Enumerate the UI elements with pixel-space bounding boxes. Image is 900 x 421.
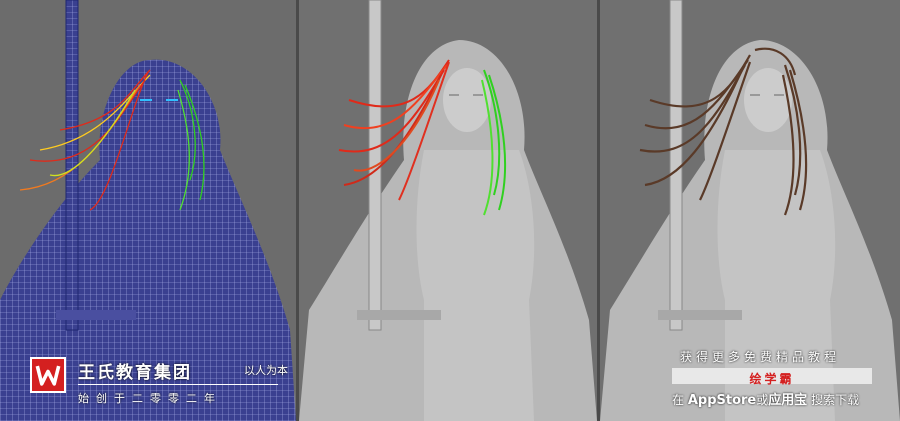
hair-guides-figure [299,0,597,421]
promo-market: 应用宝 [768,393,808,408]
brand-title: 王氏教育集团 [78,363,192,383]
promo-download-text: 在 AppStore或应用宝 搜索下载 [672,389,859,408]
promo-mid: 或 [756,393,769,407]
promo-app-bar: 绘学霸 [672,368,872,386]
promo-suffix: 搜索下载 [811,393,860,407]
promo-app-name: 绘学霸 [749,372,795,386]
hair-guides-viewport[interactable] [299,0,597,421]
brand-subtitle: 始创于二零零二年 [78,392,222,405]
app-promo: 获得更多免费精品教程 绘学霸 在 AppStore或应用宝 搜索下载 [660,348,890,418]
promo-store: AppStore [687,393,757,408]
brand-logo-icon [30,357,66,393]
promo-headline: 获得更多免费精品教程 [680,350,841,364]
promo-prefix: 在 [672,393,685,407]
brand-watermark: 王氏教育集团 以人为本 始创于二零零二年 [22,352,288,416]
brand-motto: 以人为本 [244,364,288,377]
brand-divider [78,384,278,385]
